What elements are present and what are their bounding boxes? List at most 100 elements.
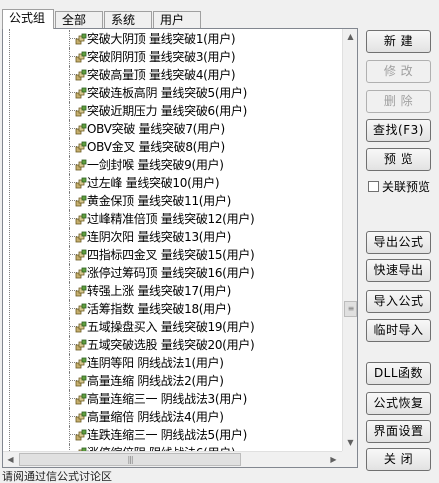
tree-item[interactable]: 连阴次阳 量线突破13(用户) (3, 228, 342, 246)
tree-connector-line (69, 84, 70, 102)
close-button[interactable]: 关 闭 (366, 448, 431, 471)
formula-icon (75, 429, 87, 441)
import-formula-button[interactable]: 导入公式 (366, 290, 431, 313)
tree-item-label: 四指标四金叉 量线突破15(用户) (87, 248, 255, 262)
formula-icon (75, 249, 87, 261)
formula-tree[interactable]: 突破大阴顶 量线突破1(用户) 突破阴阴顶 量线突破3(用户) 突破高量顶 量线突破… (3, 29, 342, 451)
tree-item[interactable]: OBV突破 量线突破7(用户) (3, 120, 342, 138)
formula-icon (75, 375, 87, 387)
tree-item-label: 高量连缩 阴线战法2(用户) (87, 374, 224, 388)
tree-connector-line (69, 228, 70, 246)
tree-connector-line (69, 444, 70, 451)
restore-formula-button[interactable]: 公式恢复 (366, 392, 431, 415)
vertical-scrollbar[interactable]: ▲ ≡ ▼ (342, 29, 357, 451)
tree-item[interactable]: 活筹指数 量线突破18(用户) (3, 300, 342, 318)
tree-item[interactable]: 黄金保顶 量线突破11(用户) (3, 192, 342, 210)
scroll-grip-icon: ||| (127, 454, 133, 464)
tree-connector-line (69, 66, 70, 84)
tree-item-label: 突破连板高阴 量线突破5(用户) (87, 86, 248, 100)
tab-system[interactable]: 系统 (104, 11, 152, 28)
formula-icon (75, 411, 87, 423)
tree-item[interactable]: 突破大阴顶 量线突破1(用户) (3, 30, 342, 48)
temp-import-button[interactable]: 临时导入 (366, 319, 431, 342)
tree-connector-line (69, 30, 70, 48)
tree-connector-line (69, 282, 70, 300)
tree-item[interactable]: 涨停过筹码顶 量线突破16(用户) (3, 264, 342, 282)
formula-icon (75, 213, 87, 225)
tree-item[interactable]: 涨停缩倍阴 阴线战法6(用户) (3, 444, 342, 451)
tree-item-label: 涨停过筹码顶 量线突破16(用户) (87, 266, 255, 280)
tree-connector-line (69, 48, 70, 66)
tree-item[interactable]: 连跌连缩三一 阴线战法5(用户) (3, 426, 342, 444)
tree-item[interactable]: 连阴等阳 阴线战法1(用户) (3, 354, 342, 372)
delete-button[interactable]: 删 除 (366, 90, 431, 113)
tree-item[interactable]: 高量连缩 阴线战法2(用户) (3, 372, 342, 390)
scroll-right-icon[interactable]: ▶ (326, 452, 341, 467)
tree-connector-line (69, 390, 70, 408)
tree-item-label: 突破大阴顶 量线突破1(用户) (87, 32, 236, 46)
tree-item-label: 五域突破选股 量线突破20(用户) (87, 338, 255, 352)
tree-connector-line (69, 102, 70, 120)
formula-icon (75, 87, 87, 99)
formula-icon (75, 123, 87, 135)
formula-icon (75, 159, 87, 171)
link-preview-checkbox[interactable]: 关联预览 (368, 179, 431, 194)
modify-button[interactable]: 修 改 (366, 60, 431, 83)
tree-item-label: 转强上涨 量线突破17(用户) (87, 284, 231, 298)
tree-item[interactable]: 五域操盘买入 量线突破19(用户) (3, 318, 342, 336)
export-formula-button[interactable]: 导出公式 (366, 231, 431, 254)
tree-item-label: 突破高量顶 量线突破4(用户) (87, 68, 236, 82)
formula-icon (75, 303, 87, 315)
tree-item[interactable]: 高量连缩三一 阴线战法3(用户) (3, 390, 342, 408)
find-button[interactable]: 查找(F3) (366, 119, 431, 142)
formula-icon (75, 393, 87, 405)
tree-item-label: OBV突破 量线突破7(用户) (87, 122, 225, 136)
tree-item[interactable]: 突破高量顶 量线突破4(用户) (3, 66, 342, 84)
scroll-down-icon[interactable]: ▼ (343, 435, 357, 450)
tree-item-label: 连跌连缩三一 阴线战法5(用户) (87, 428, 248, 442)
preview-button[interactable]: 预 览 (366, 148, 431, 171)
tree-connector-line (69, 372, 70, 390)
horizontal-scrollbar[interactable]: ◀ ||| ▶ (3, 451, 342, 467)
status-text: 请阅通过信公式讨论区 (2, 471, 112, 483)
formula-icon (75, 69, 87, 81)
tab-user[interactable]: 用户 (153, 11, 201, 28)
link-preview-label: 关联预览 (382, 179, 431, 194)
tree-item[interactable]: 高量缩倍 阴线战法4(用户) (3, 408, 342, 426)
checkbox-box[interactable] (368, 180, 379, 192)
tree-item[interactable]: 过峰精准倍顶 量线突破12(用户) (3, 210, 342, 228)
tree-connector-line (69, 138, 70, 156)
formula-icon (75, 321, 87, 333)
dll-function-button[interactable]: DLL函数 (366, 362, 431, 385)
tree-connector-line (69, 192, 70, 210)
tab-all[interactable]: 全部 (55, 11, 103, 28)
quick-export-button[interactable]: 快速导出 (366, 259, 431, 282)
tree-item[interactable]: 突破连板高阴 量线突破5(用户) (3, 84, 342, 102)
tree-item[interactable]: 一剑封喉 量线突破9(用户) (3, 156, 342, 174)
tree-connector-line (69, 408, 70, 426)
scroll-left-icon[interactable]: ◀ (3, 452, 18, 467)
formula-icon (75, 195, 87, 207)
tree-connector-line (69, 336, 70, 354)
tree-item[interactable]: 过左峰 量线突破10(用户) (3, 174, 342, 192)
tree-item[interactable]: 五域突破选股 量线突破20(用户) (3, 336, 342, 354)
tree-connector-line (69, 264, 70, 282)
tree-item[interactable]: 转强上涨 量线突破17(用户) (3, 282, 342, 300)
formula-tree-panel: 突破大阴顶 量线突破1(用户) 突破阴阴顶 量线突破3(用户) 突破高量顶 量线突破… (2, 28, 358, 468)
horizontal-scroll-thumb[interactable]: ||| (19, 453, 241, 466)
tree-item[interactable]: OBV金叉 量线突破8(用户) (3, 138, 342, 156)
tree-item[interactable]: 四指标四金叉 量线突破15(用户) (3, 246, 342, 264)
vertical-scroll-thumb[interactable]: ≡ (344, 301, 357, 317)
formula-icon (75, 285, 87, 297)
formula-icon (75, 357, 87, 369)
scroll-up-icon[interactable]: ▲ (343, 29, 357, 44)
new-button[interactable]: 新 建 (366, 30, 431, 53)
tree-item-label: 一剑封喉 量线突破9(用户) (87, 158, 224, 172)
tree-item[interactable]: 突破阴阴顶 量线突破3(用户) (3, 48, 342, 66)
tree-connector-line (69, 318, 70, 336)
tree-item[interactable]: 突破近期压力 量线突破6(用户) (3, 102, 342, 120)
tree-item-label: 突破近期压力 量线突破6(用户) (87, 104, 248, 118)
tab-formula-group[interactable]: 公式组 (2, 9, 54, 29)
ui-settings-button[interactable]: 界面设置 (366, 420, 431, 443)
formula-icon (75, 51, 87, 63)
